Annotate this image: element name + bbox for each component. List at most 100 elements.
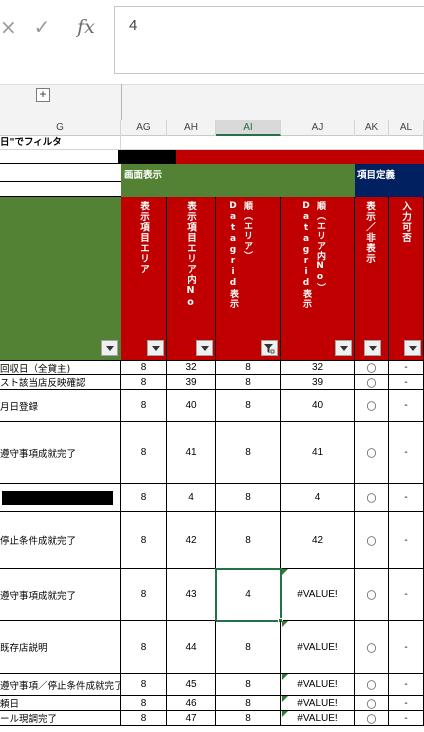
row-label-cell[interactable]: スト該当店反映確認 (0, 375, 121, 390)
insert-function-icon[interactable]: fx (72, 12, 100, 42)
filter-dropdown-button[interactable] (196, 340, 213, 356)
cell-ak[interactable]: 〇 (355, 569, 389, 621)
cell-ai[interactable]: 8 (216, 674, 281, 696)
row-label-cell[interactable]: 頼日 (0, 696, 121, 711)
cell-ak[interactable]: 〇 (355, 361, 389, 375)
cell-ak[interactable]: 〇 (355, 512, 389, 569)
filter-dropdown-button[interactable] (335, 340, 352, 356)
cell-ah[interactable]: 43 (167, 569, 216, 621)
cancel-icon[interactable]: × (0, 12, 17, 42)
cell-ai[interactable]: 8 (216, 711, 281, 726)
cell-ag[interactable]: 8 (121, 674, 167, 696)
cell-ah[interactable]: 40 (167, 390, 216, 422)
column-header-aj[interactable]: AJ (281, 120, 355, 136)
cell-aj[interactable]: #VALUE! (281, 711, 355, 726)
header-ak-cell[interactable]: 表示／非表示 (355, 197, 389, 361)
cell-al[interactable]: - (389, 621, 424, 674)
cell-al[interactable]: - (389, 674, 424, 696)
cell-al[interactable]: - (389, 390, 424, 422)
cell-ak[interactable]: 〇 (355, 711, 389, 726)
cell-ag[interactable]: 8 (121, 390, 167, 422)
row-label-cell[interactable]: 回収日（全貸主) (0, 361, 121, 375)
filter-dropdown-button[interactable] (147, 340, 164, 356)
header-ah-cell[interactable]: 表示項目エリア内No (167, 197, 216, 361)
cell-ak[interactable]: 〇 (355, 484, 389, 512)
filter-active-icon[interactable] (261, 340, 278, 356)
cell-ai[interactable]: 8 (216, 361, 281, 375)
cell-al[interactable]: - (389, 711, 424, 726)
cell-al[interactable]: - (389, 512, 424, 569)
row-label-cell[interactable]: ール現調完了 (0, 711, 121, 726)
cell-ag[interactable]: 8 (121, 621, 167, 674)
cell-aj[interactable]: 40 (281, 390, 355, 422)
header-g-cell[interactable] (0, 197, 121, 361)
empty-cell[interactable] (0, 150, 118, 164)
filter-dropdown-button[interactable] (364, 340, 381, 356)
column-header-ak[interactable]: AK (355, 120, 389, 136)
empty-cell[interactable] (0, 164, 121, 182)
cell-ah[interactable]: 45 (167, 674, 216, 696)
row-label-cell[interactable]: 遵守事項／停止条件成就完了 (0, 674, 121, 696)
cell-ag[interactable]: 8 (121, 696, 167, 711)
cell-aj[interactable]: 42 (281, 512, 355, 569)
cell-al[interactable]: - (389, 569, 424, 621)
cell-ai[interactable]: 8 (216, 696, 281, 711)
expand-group-icon[interactable]: + (36, 88, 50, 102)
section-display-cell[interactable]: 画面表示 (121, 164, 355, 197)
column-header-ag[interactable]: AG (121, 120, 167, 136)
cell-ah[interactable]: 4 (167, 484, 216, 512)
cell-ai[interactable]: 8 (216, 375, 281, 390)
empty-cell[interactable] (0, 182, 121, 197)
cell-ah[interactable]: 47 (167, 711, 216, 726)
cell-ak[interactable]: 〇 (355, 422, 389, 484)
cell-ak[interactable]: 〇 (355, 390, 389, 422)
cell-ai[interactable]: 8 (216, 390, 281, 422)
cell-ai[interactable]: 8 (216, 621, 281, 674)
cell-ag[interactable]: 8 (121, 375, 167, 390)
cell-ag[interactable]: 8 (121, 361, 167, 375)
header-ai-cell[interactable]: 順（エリア）Datagrid表示 (216, 197, 281, 361)
cell-ag[interactable]: 8 (121, 484, 167, 512)
enter-check-icon[interactable]: ✓ (30, 12, 54, 42)
row-label-cell[interactable]: 既存店説明 (0, 621, 121, 674)
cell-al[interactable]: - (389, 375, 424, 390)
cell-al[interactable]: - (389, 422, 424, 484)
cell-aj[interactable]: #VALUE! (281, 696, 355, 711)
filter-dropdown-button[interactable] (101, 340, 118, 356)
cell-aj[interactable]: 4 (281, 484, 355, 512)
cell-ag[interactable]: 8 (121, 569, 167, 621)
formula-input[interactable]: 4 (114, 6, 424, 74)
filter-label-cell[interactable]: 日"でフィルタ (0, 136, 121, 150)
cell-ak[interactable]: 〇 (355, 621, 389, 674)
cell-aj[interactable]: 32 (281, 361, 355, 375)
cell-ah[interactable]: 39 (167, 375, 216, 390)
cell-ai[interactable]: 8 (216, 484, 281, 512)
filter-dropdown-button[interactable] (404, 340, 421, 356)
cell-aj[interactable]: #VALUE! (281, 621, 355, 674)
row-label-cell[interactable]: 遵守事項成就完了 (0, 422, 121, 484)
cell-ak[interactable]: 〇 (355, 696, 389, 711)
cell-ak[interactable]: 〇 (355, 375, 389, 390)
cell-ag[interactable]: 8 (121, 711, 167, 726)
header-ag-cell[interactable]: 表示項目エリア (121, 197, 167, 361)
column-header-al[interactable]: AL (389, 120, 424, 136)
cell-aj[interactable]: 39 (281, 375, 355, 390)
column-header-ai[interactable]: AI (216, 120, 281, 136)
cell-ai[interactable]: 8 (216, 422, 281, 484)
cell-al[interactable]: - (389, 696, 424, 711)
column-header-g[interactable]: G (0, 120, 121, 136)
cell-al[interactable]: - (389, 484, 424, 512)
header-aj-cell[interactable]: 順（エリア内No）Datagrid表示 (281, 197, 355, 361)
cell-ai[interactable]: 8 (216, 512, 281, 569)
cell-al[interactable]: - (389, 361, 424, 375)
cell-aj[interactable]: 41 (281, 422, 355, 484)
cell-ah[interactable]: 42 (167, 512, 216, 569)
row-label-cell[interactable]: 停止条件成就完了 (0, 512, 121, 569)
cell-ag[interactable]: 8 (121, 512, 167, 569)
cell-ah[interactable]: 32 (167, 361, 216, 375)
cell-ah[interactable]: 41 (167, 422, 216, 484)
cell-aj[interactable]: #VALUE! (281, 569, 355, 621)
header-al-cell[interactable]: 入力可否 (389, 197, 424, 361)
cell-aj[interactable]: #VALUE! (281, 674, 355, 696)
row-label-cell[interactable] (0, 484, 121, 512)
